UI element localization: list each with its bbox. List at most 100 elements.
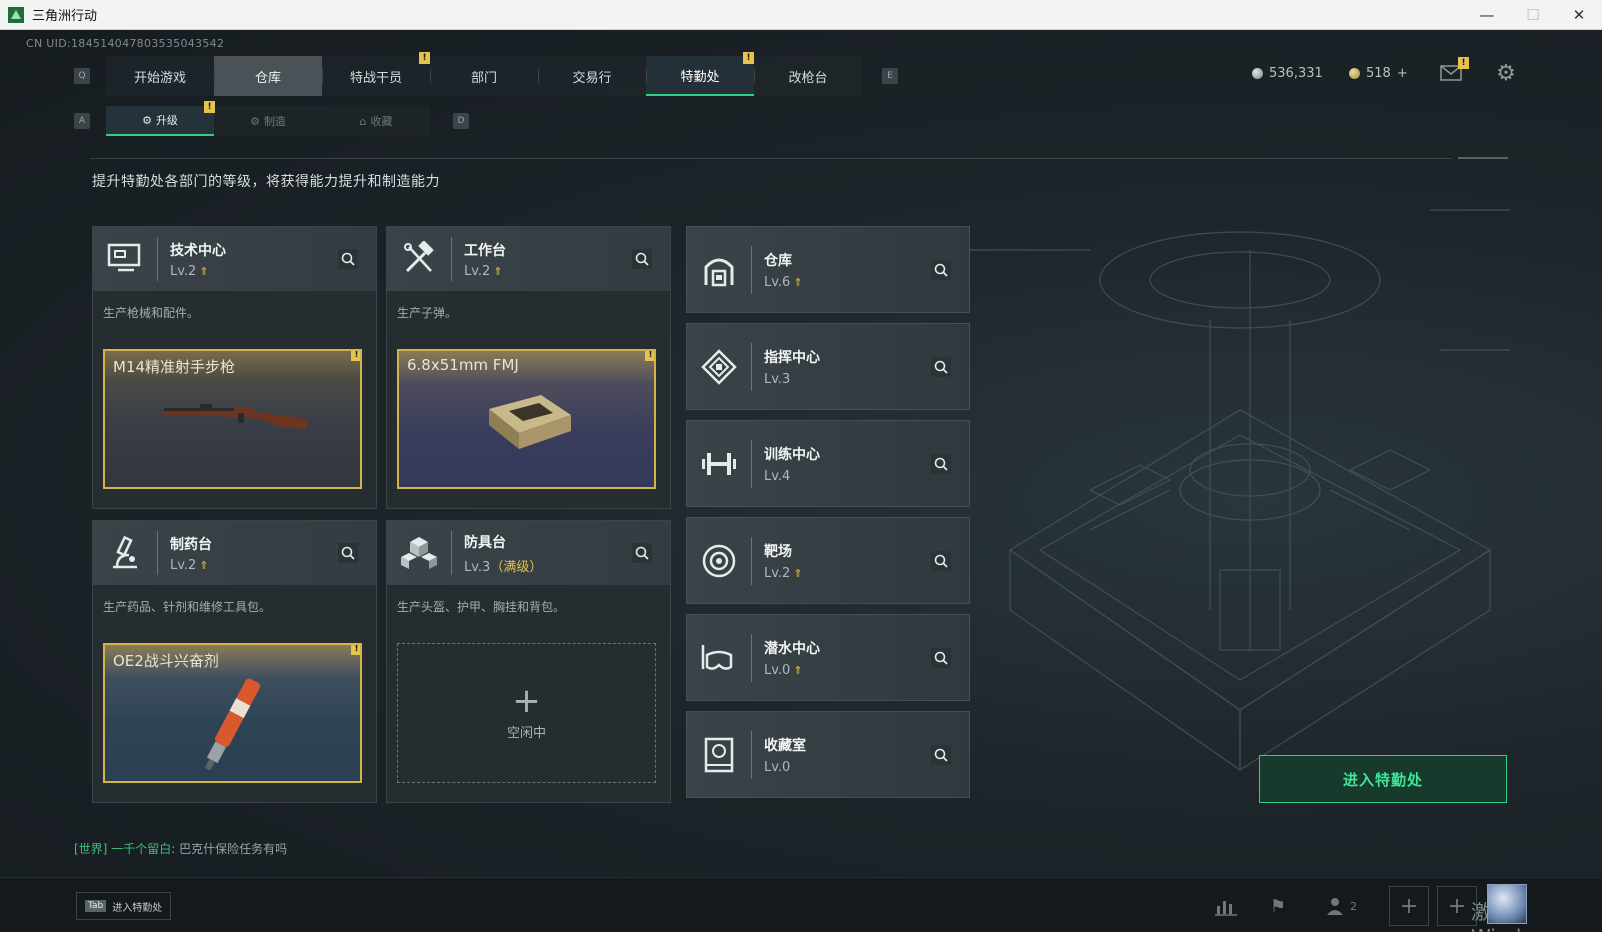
item-name: 6.8x51mm FMJ: [407, 356, 519, 374]
settings-gear-icon[interactable]: ⚙: [1495, 61, 1517, 86]
upgrade-arrow-icon: ⇑: [493, 264, 503, 278]
item-name: M14精准射手步枪: [113, 358, 236, 376]
card-title: 靶场: [764, 543, 792, 560]
close-button[interactable]: ✕: [1556, 0, 1602, 30]
subnav-key-a: A: [74, 113, 90, 129]
craft-item-slot[interactable]: M14精准射手步枪 !: [103, 349, 362, 489]
search-icon[interactable]: [338, 249, 358, 269]
card-level: Lv.2 ⇑: [764, 565, 803, 581]
card-title: 仓库: [764, 252, 792, 269]
card-header: 防具台 Lv.3（满级）: [387, 521, 670, 585]
silver-coin-icon: [1252, 68, 1263, 79]
cubes-icon: [387, 521, 451, 585]
maximize-button[interactable]: ☐: [1510, 0, 1556, 30]
card-command-center[interactable]: 指挥中心 Lv.3: [686, 323, 970, 410]
craft-item-slot[interactable]: 6.8x51mm FMJ !: [397, 349, 656, 489]
tab-key: Tab: [85, 900, 107, 912]
search-icon[interactable]: [338, 543, 358, 563]
collect-icon: ⌂: [359, 114, 367, 128]
card-pharmacy[interactable]: 制药台 Lv.2 ⇑ 生产药品、针剂和维修工具包。 OE2战斗兴奋剂 !: [92, 520, 377, 803]
card-description: 生产枪械和配件。: [103, 306, 200, 320]
tab-warehouse[interactable]: 仓库: [214, 56, 322, 96]
search-icon[interactable]: [931, 260, 951, 280]
minimize-button[interactable]: —: [1464, 0, 1510, 30]
search-icon[interactable]: [931, 745, 951, 765]
card-training-center[interactable]: 训练中心 Lv.4: [686, 420, 970, 507]
tab-department[interactable]: 部门: [430, 56, 538, 96]
tab-special-ops[interactable]: 特勤处: [646, 56, 754, 96]
gold-currency[interactable]: 518 +: [1349, 66, 1408, 81]
subtab-upgrade[interactable]: ⚙ 升级: [106, 106, 214, 136]
card-level: Lv.2 ⇑: [170, 557, 209, 573]
warehouse-icon: [687, 226, 751, 313]
upgrade-arrow-icon: ⇑: [793, 566, 803, 580]
chat-sender[interactable]: 一千个留白: [111, 842, 171, 856]
subtab-craft[interactable]: ⚙ 制造: [214, 106, 322, 136]
operators-alert-badge: !: [419, 52, 430, 64]
chat-message: 巴克什保险任务有吗: [179, 842, 288, 856]
item-name: OE2战斗兴奋剂: [113, 652, 219, 670]
injector-image: [204, 678, 261, 771]
app-icon: [8, 6, 24, 23]
card-title: 训练中心: [764, 446, 820, 463]
tab-start-game[interactable]: 开始游戏: [106, 56, 214, 96]
search-icon[interactable]: [632, 249, 652, 269]
card-warehouse[interactable]: 仓库 Lv.6 ⇑: [686, 226, 970, 313]
search-icon[interactable]: [632, 543, 652, 563]
idle-slot[interactable]: + 空闲中: [397, 643, 656, 783]
card-tech-center[interactable]: 技术中心 Lv.2 ⇑ 生产枪械和配件。 M14精准射手步枪 !: [92, 226, 377, 509]
card-level: Lv.3（满级）: [464, 559, 543, 575]
subtab-collect[interactable]: ⌂ 收藏: [322, 106, 430, 136]
tab-gunsmith[interactable]: 改枪台: [754, 56, 862, 96]
upgrade-alert-badge: !: [204, 101, 215, 113]
add-slot-button[interactable]: +: [1389, 886, 1429, 926]
upgrade-arrow-icon: ⇑: [793, 275, 803, 289]
stats-icon[interactable]: [1212, 892, 1240, 920]
hammer-wrench-icon: [387, 227, 451, 291]
uid-label: CN UID:1845140478035350435​42: [26, 37, 225, 50]
flag-icon[interactable]: ⚑: [1264, 892, 1292, 920]
tab-hint-button[interactable]: Tab 进入特勤处: [76, 892, 172, 920]
card-workbench[interactable]: 工作台 Lv.2 ⇑ 生产子弹。 6.8x51mm FMJ !: [386, 226, 671, 509]
window-titlebar: 三角洲行动 — ☐ ✕: [0, 0, 1602, 30]
sub-nav: ⚙ 升级 ⚙ 制造 ⌂ 收藏: [106, 106, 430, 136]
card-header: 技术中心 Lv.2 ⇑: [93, 227, 376, 291]
friends-icon[interactable]: 2: [1322, 892, 1362, 920]
craft-item-slot[interactable]: OE2战斗兴奋剂 !: [103, 643, 362, 783]
card-header: 制药台 Lv.2 ⇑: [93, 521, 376, 585]
card-title: 潜水中心: [764, 640, 820, 657]
chat-line: [世界] 一千个留白: 巴克什保险任务有吗: [74, 842, 288, 856]
search-icon[interactable]: [931, 551, 951, 571]
card-level: Lv.6 ⇑: [764, 274, 803, 290]
card-armor-bench[interactable]: 防具台 Lv.3（满级） 生产头盔、护甲、胸挂和背包。 + 空闲中: [386, 520, 671, 803]
nav-key-q: Q: [74, 68, 90, 84]
facility-blueprint-image: [970, 209, 1510, 772]
search-icon[interactable]: [931, 648, 951, 668]
gold-add-button[interactable]: +: [1397, 66, 1408, 81]
enter-special-ops-button[interactable]: 进入特勤处: [1259, 755, 1507, 803]
nav-key-e: E: [882, 68, 898, 84]
tab-market[interactable]: 交易行: [538, 56, 646, 96]
chat-channel: [世界]: [74, 842, 108, 856]
search-icon[interactable]: [931, 357, 951, 377]
ammo-box-image: [489, 395, 571, 449]
card-description: 生产药品、针剂和维修工具包。: [103, 600, 272, 614]
gold-amount: 518: [1366, 66, 1391, 81]
card-title: 指挥中心: [764, 349, 820, 366]
card-collection-room[interactable]: 收藏室 Lv.0: [686, 711, 970, 798]
avatar[interactable]: [1487, 884, 1527, 924]
gold-coin-icon: [1349, 68, 1360, 79]
divider-end: [1458, 157, 1508, 159]
search-icon[interactable]: [931, 454, 951, 474]
card-level: Lv.0: [764, 759, 791, 775]
tab-operators[interactable]: 特战干员: [322, 56, 430, 96]
dumbbell-icon: [687, 420, 751, 507]
card-shooting-range[interactable]: 靶场 Lv.2 ⇑: [686, 517, 970, 604]
card-level: Lv.4: [764, 468, 791, 484]
item-alert-badge: !: [645, 351, 654, 361]
card-title: 工作台: [464, 242, 506, 259]
card-level: Lv.3: [764, 371, 791, 387]
card-diving-center[interactable]: 潜水中心 Lv.0 ⇑: [686, 614, 970, 701]
subnav-key-d: D: [453, 113, 469, 129]
plus-icon: +: [512, 680, 541, 721]
